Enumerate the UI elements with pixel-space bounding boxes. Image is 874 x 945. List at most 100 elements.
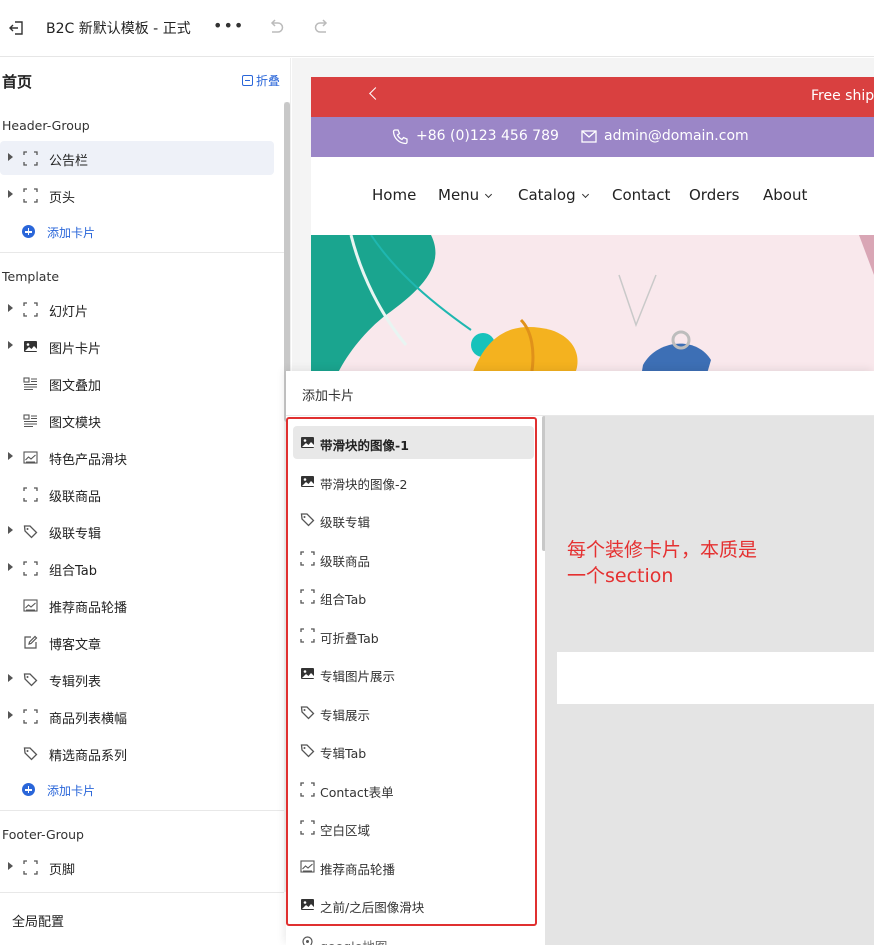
sidebar-item[interactable]: 商品列表横幅 [0,699,274,733]
sidebar: 首页 折叠 Header-Group 公告栏页头 添加卡片 Template 幻… [0,58,291,945]
sidebar-item-label: 博客文章 [49,638,102,653]
add-card-panel-title: 添加卡片 [302,389,355,404]
annotation-line: 一个section [567,565,674,587]
collapse-button[interactable]: 折叠 [242,72,280,89]
sidebar-item[interactable]: 公告栏 [0,141,274,175]
phone-icon [392,129,408,145]
caret-right-icon[interactable] [8,862,13,870]
card-option[interactable]: google地图 [293,927,534,945]
sidebar-item[interactable]: 级联专辑 [0,514,274,548]
group-label-header: Header-Group [2,118,90,133]
caret-right-icon[interactable] [8,452,13,460]
collapse-icon [242,75,253,86]
sidebar-header: 首页 折叠 [0,58,291,102]
nav-contact[interactable]: Contact [612,186,670,204]
sidebar-item[interactable]: 精选商品系列 [0,736,274,770]
main-nav: Home Menu Catalog Contact Orders About [311,157,874,235]
add-card-button-template[interactable]: 添加卡片 [22,780,222,802]
sidebar-item-label: 图文模块 [49,416,102,431]
caret-right-icon[interactable] [8,153,13,161]
card-preview-placeholder [557,652,874,704]
sidebar-item-label: 页头 [49,191,76,206]
edit-icon [23,635,38,650]
text-image-icon [23,413,38,428]
annotation-line: 每个装修卡片，本质是 [567,539,758,561]
sidebar-item[interactable]: 页脚 [0,850,274,884]
slider-icon [23,598,38,613]
redo-icon[interactable] [312,17,332,37]
sidebar-item[interactable]: 推荐商品轮播 [0,588,274,622]
annotation-note: 每个装修卡片，本质是 一个section [567,537,827,589]
sidebar-item-label: 特色产品滑块 [49,453,128,468]
section-icon [23,302,38,317]
nav-menu[interactable]: Menu [438,186,493,204]
nav-home[interactable]: Home [372,186,416,204]
tag-icon [23,524,38,539]
slider-icon [23,450,38,465]
text-image-icon [23,376,38,391]
banner-illustration [311,234,874,377]
sidebar-item[interactable]: 图文模块 [0,403,274,437]
exit-icon[interactable] [8,19,26,37]
global-config-label: 全局配置 [12,915,65,930]
sidebar-item[interactable]: 专辑列表 [0,662,274,696]
sidebar-item[interactable]: 特色产品滑块 [0,440,274,474]
caret-right-icon[interactable] [8,341,13,349]
sidebar-item[interactable]: 图文叠加 [0,366,274,400]
add-card-button-header[interactable]: 添加卡片 [22,222,222,244]
card-option-label: google地图 [320,936,387,945]
sidebar-item[interactable]: 组合Tab [0,551,274,585]
divider [0,810,284,811]
caret-right-icon[interactable] [8,190,13,198]
section-icon [23,487,38,502]
sidebar-item[interactable]: 图片卡片 [0,329,274,363]
announcement-text: Free ship [811,88,874,104]
sidebar-item-label: 推荐商品轮播 [49,601,128,616]
add-card-label: 添加卡片 [47,784,96,798]
group-label-template: Template [2,269,60,284]
caret-right-icon[interactable] [8,711,13,719]
sidebar-item[interactable]: 幻灯片 [0,292,274,326]
chevron-down-icon [581,190,589,199]
sidebar-item-label: 商品列表横幅 [49,712,128,727]
section-icon [23,151,38,166]
contact-bar: +86 (0)123 456 789 admin@domain.com [311,117,874,157]
more-menu-button[interactable]: ••• [213,16,244,35]
sidebar-item[interactable]: 页头 [0,178,274,212]
sidebar-item-label: 级联商品 [49,490,102,505]
sidebar-item[interactable]: 级联商品 [0,477,274,511]
group-label-footer: Footer-Group [2,827,84,842]
chevron-down-icon [485,190,493,199]
nav-about[interactable]: About [763,186,807,204]
sidebar-item-label: 级联专辑 [49,527,102,542]
plus-icon [22,225,35,238]
mail-icon [581,130,597,143]
caret-right-icon[interactable] [8,526,13,534]
announcement-bar: Free ship [311,77,874,117]
section-icon [23,860,38,875]
sidebar-item-label: 公告栏 [49,154,89,169]
chevron-left-icon[interactable] [369,87,382,100]
divider [0,252,284,253]
nav-catalog[interactable]: Catalog [518,186,589,204]
caret-right-icon[interactable] [8,563,13,571]
sidebar-item-label: 幻灯片 [49,305,89,320]
phone-number[interactable]: +86 (0)123 456 789 [416,128,559,144]
tag-icon [23,746,38,761]
add-card-label: 添加卡片 [47,226,96,240]
top-bar: B2C 新默认模板 - 正式 ••• [0,0,874,57]
sidebar-item-label: 专辑列表 [49,675,102,690]
global-config[interactable]: 全局配置 [0,892,284,945]
nav-orders[interactable]: Orders [689,186,739,204]
tag-icon [23,672,38,687]
site-preview: Free ship +86 (0)123 456 789 admin@domai… [311,77,874,377]
sidebar-item-label: 页脚 [49,863,76,878]
sidebar-item[interactable]: 博客文章 [0,625,274,659]
sidebar-item-label: 图片卡片 [49,342,102,357]
caret-right-icon[interactable] [8,304,13,312]
map-pin-icon [300,935,315,945]
section-icon [23,188,38,203]
caret-right-icon[interactable] [8,674,13,682]
undo-icon[interactable] [266,17,286,37]
email-address[interactable]: admin@domain.com [604,128,749,144]
